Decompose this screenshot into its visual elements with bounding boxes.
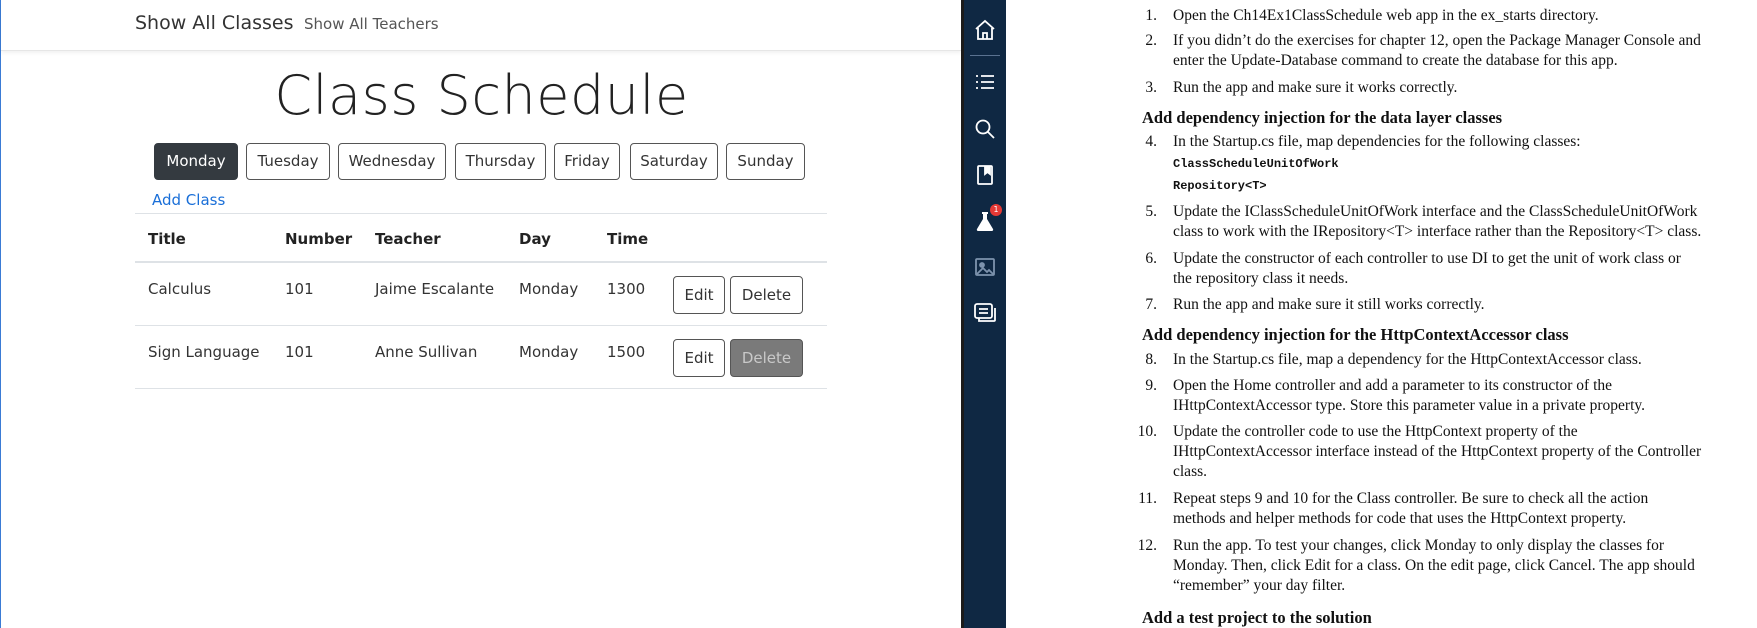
step-text: Update the controller code to use the Ht… xyxy=(1173,423,1578,440)
bookmark-icon[interactable] xyxy=(970,160,1000,190)
notification-badge: 1 xyxy=(990,204,1002,216)
code-line: ClassScheduleUnitOfWork xyxy=(1173,157,1339,171)
step-text: class to work with the IRepository<T> in… xyxy=(1173,223,1702,240)
notes-icon[interactable] xyxy=(970,298,1000,328)
step-number: 6. xyxy=(1145,250,1157,267)
cell-number: 101 xyxy=(285,280,314,298)
cell-title: Sign Language xyxy=(148,343,260,361)
cell-time: 1500 xyxy=(607,343,646,361)
step-number: 7. xyxy=(1145,296,1157,313)
cell-number: 101 xyxy=(285,343,314,361)
step-text: In the Startup.cs file, map dependencies… xyxy=(1173,133,1581,150)
day-button-friday[interactable]: Friday xyxy=(554,143,620,180)
step-text: If you didn’t do the exercises for chapt… xyxy=(1173,32,1701,49)
cell-day: Monday xyxy=(519,343,579,361)
section-heading: Add dependency injection for the data la… xyxy=(1142,108,1503,127)
step-text: IHttpContextAccessor type. Store this pa… xyxy=(1173,397,1646,414)
step-text: Monday. Then, click Edit for a class. On… xyxy=(1173,557,1695,574)
nav-show-all-classes[interactable]: Show All Classes xyxy=(135,12,293,34)
step-number: 9. xyxy=(1145,377,1157,394)
step-number: 4. xyxy=(1145,133,1157,150)
day-button-wednesday[interactable]: Wednesday xyxy=(338,143,446,180)
day-button-sunday[interactable]: Sunday xyxy=(726,143,805,180)
header-time: Time xyxy=(607,230,649,248)
sidebar-separator xyxy=(970,55,1000,56)
step-text: Update the constructor of each controlle… xyxy=(1173,250,1681,267)
day-button-saturday[interactable]: Saturday xyxy=(630,143,718,180)
cell-time: 1300 xyxy=(607,280,646,298)
day-button-tuesday[interactable]: Tuesday xyxy=(246,143,330,180)
header-number: Number xyxy=(285,230,353,248)
step-text: Run the app. To test your changes, click… xyxy=(1173,537,1665,554)
add-class-link[interactable]: Add Class xyxy=(152,191,225,209)
header-teacher: Teacher xyxy=(375,230,441,248)
image-icon[interactable] xyxy=(970,252,1000,282)
home-icon[interactable] xyxy=(970,15,1000,45)
step-text: the repository class it needs. xyxy=(1173,270,1349,287)
step-number: 1. xyxy=(1145,7,1157,24)
delete-button[interactable]: Delete xyxy=(730,276,803,314)
table-row: Calculus 101 Jaime Escalante Monday 1300… xyxy=(135,263,827,326)
step-number: 12. xyxy=(1137,537,1157,554)
nav-show-all-teachers[interactable]: Show All Teachers xyxy=(304,15,439,33)
edit-button[interactable]: Edit xyxy=(673,276,725,314)
day-button-monday[interactable]: Monday xyxy=(154,143,238,180)
step-number: 3. xyxy=(1145,79,1157,96)
step-text: IHttpContextAccessor interface instead o… xyxy=(1173,443,1702,460)
header-title: Title xyxy=(148,230,186,248)
cell-day: Monday xyxy=(519,280,579,298)
code-line: Repository<T> xyxy=(1173,179,1267,193)
step-number: 8. xyxy=(1145,351,1157,368)
step-text: In the Startup.cs file, map a dependency… xyxy=(1173,351,1642,368)
step-text: Run the app and make sure it still works… xyxy=(1173,296,1485,313)
step-number: 10. xyxy=(1137,423,1157,440)
section-heading: Add a test project to the solution xyxy=(1142,608,1372,627)
page-title: Class Schedule xyxy=(274,64,689,127)
step-text: enter the Update-Database command to cre… xyxy=(1173,52,1618,69)
navbar: Show All Classes Show All Teachers xyxy=(1,0,962,51)
exercise-document: 1. Open the Ch14Ex1ClassSchedule web app… xyxy=(1006,0,1757,628)
step-number: 11. xyxy=(1138,490,1157,507)
step-text: Open the Home controller and add a param… xyxy=(1173,377,1613,394)
step-text: class. xyxy=(1173,463,1208,480)
delete-button[interactable]: Delete xyxy=(730,339,803,377)
day-button-thursday[interactable]: Thursday xyxy=(455,143,546,180)
header-day: Day xyxy=(519,230,551,248)
table-row: Sign Language 101 Anne Sullivan Monday 1… xyxy=(135,326,827,389)
class-schedule-app: Show All Classes Show All Teachers Class… xyxy=(0,0,962,628)
step-number: 5. xyxy=(1145,203,1157,220)
reader-sidebar: 1 xyxy=(964,0,1006,628)
step-text: Open the Ch14Ex1ClassSchedule web app in… xyxy=(1173,7,1599,24)
list-icon[interactable] xyxy=(970,67,1000,97)
cell-teacher: Jaime Escalante xyxy=(375,280,495,298)
step-number: 2. xyxy=(1145,32,1157,49)
search-icon[interactable] xyxy=(970,114,1000,144)
flask-icon[interactable]: 1 xyxy=(970,204,1002,236)
step-text: Run the app and make sure it works corre… xyxy=(1173,79,1458,96)
cell-teacher: Anne Sullivan xyxy=(375,343,478,361)
step-text: Repeat steps 9 and 10 for the Class cont… xyxy=(1173,490,1649,507)
step-text: methods and helper methods for code that… xyxy=(1173,510,1627,527)
table-header-row: Title Number Teacher Day Time xyxy=(135,213,827,263)
step-text: Update the IClassScheduleUnitOfWork inte… xyxy=(1173,203,1698,220)
edit-button[interactable]: Edit xyxy=(673,339,725,377)
section-heading: Add dependency injection for the HttpCon… xyxy=(1142,325,1569,344)
cell-title: Calculus xyxy=(148,280,212,298)
step-text: “remember” your day filter. xyxy=(1173,577,1346,594)
